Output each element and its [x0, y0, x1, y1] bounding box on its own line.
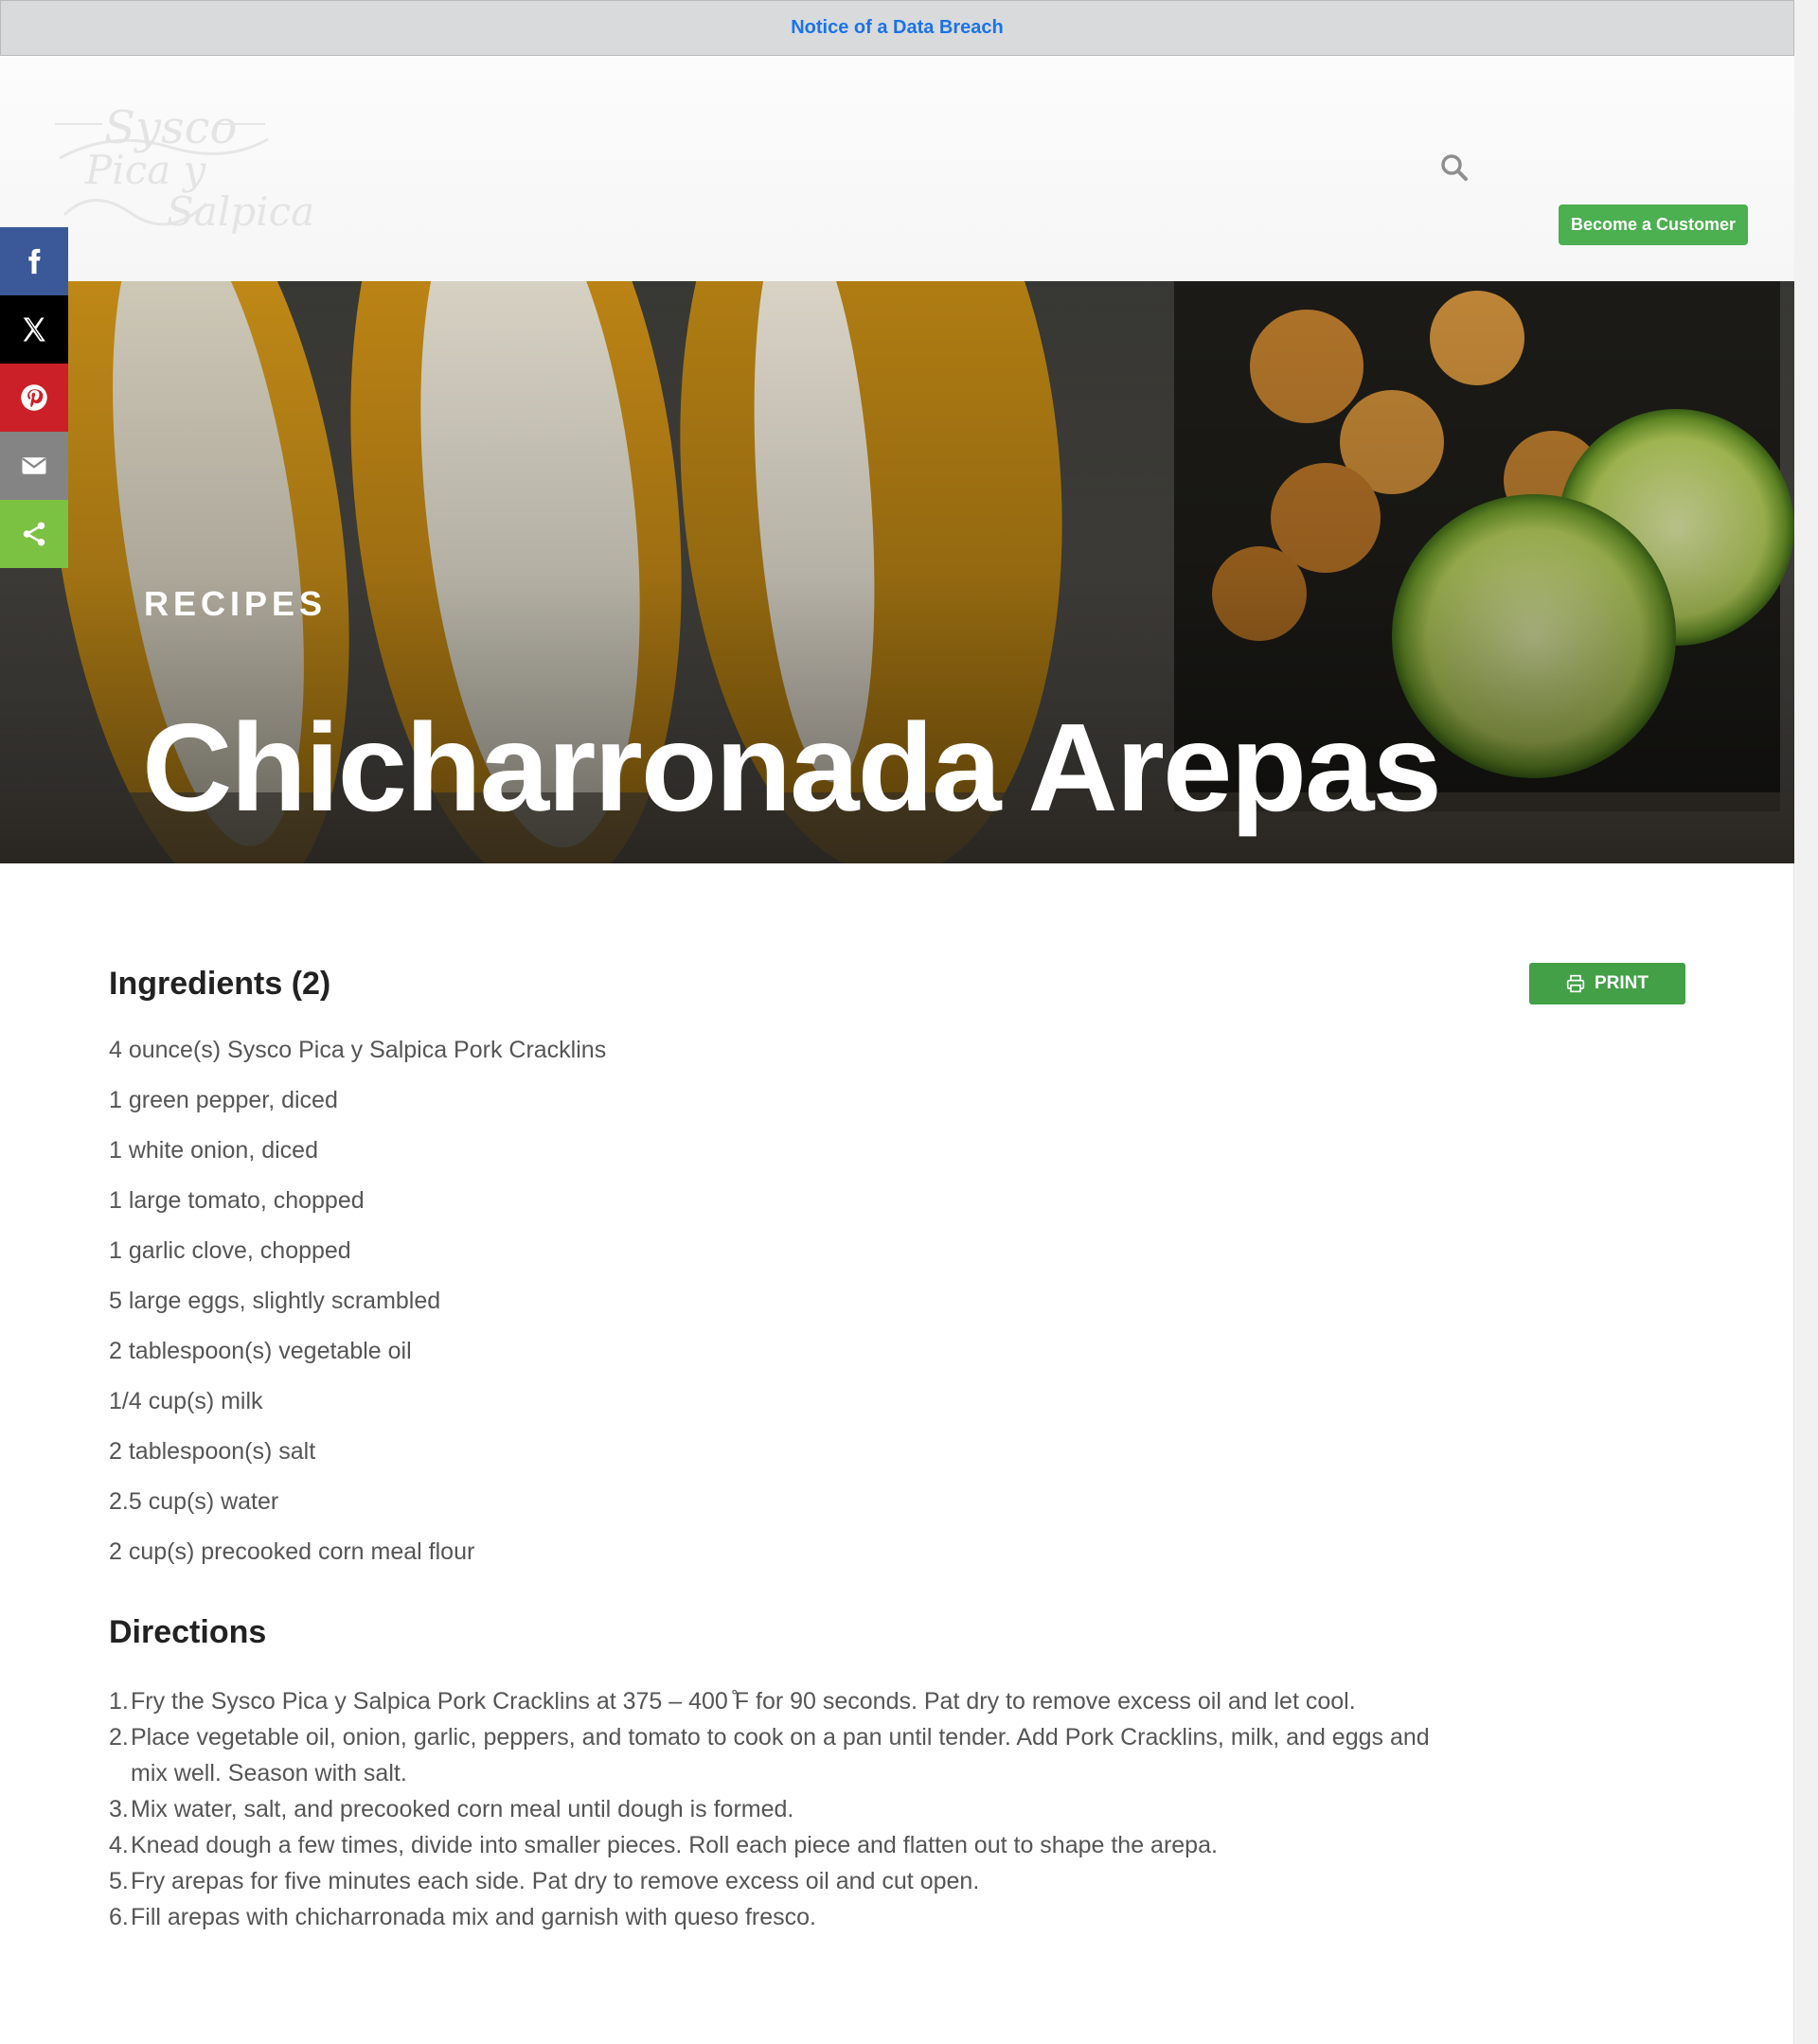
data-breach-notice-link[interactable]: Notice of a Data Breach: [791, 17, 1004, 39]
print-button[interactable]: PRINT: [1529, 963, 1685, 1004]
ingredient-item: 4 ounce(s) Sysco Pica y Salpica Pork Cra…: [109, 1037, 607, 1063]
ingredient-list: 4 ounce(s) Sysco Pica y Salpica Pork Cra…: [109, 1036, 606, 1588]
site-logo[interactable]: Sysco Pica y Salpica: [55, 101, 314, 243]
share-email-button[interactable]: [0, 432, 68, 500]
direction-step: 5. Fry arepas for five minutes each side.…: [109, 1863, 1435, 1899]
ingredient-item: 5 large eggs, slightly scrambled: [109, 1288, 441, 1314]
site-header: Sysco Pica y Salpica Become a Customer: [0, 56, 1794, 281]
ingredient-item: 1 green pepper, diced: [109, 1087, 338, 1113]
ingredient-item: 2 tablespoon(s) vegetable oil: [109, 1338, 412, 1364]
share-icon: [23, 522, 45, 546]
ingredient-item: 1 large tomato, chopped: [109, 1187, 365, 1214]
ingredients-heading: Ingredients (2): [109, 966, 331, 1002]
ingredient-item: 1/4 cup(s) milk: [109, 1388, 263, 1414]
direction-step: 4. Knead dough a few times, divide into s…: [109, 1827, 1435, 1863]
direction-step: 6. Fill arepas with chicharronada mix and…: [109, 1899, 1435, 1935]
direction-step: 3. Mix water, salt, and precooked corn me…: [109, 1791, 1435, 1827]
x-icon: [23, 317, 45, 342]
ingredient-item: 2.5 cup(s) water: [109, 1488, 279, 1515]
facebook-icon: [28, 248, 41, 275]
search-button[interactable]: [1439, 152, 1470, 183]
recipe-title: Chicharronada Arepas: [142, 698, 1442, 838]
notice-bar: Notice of a Data Breach: [0, 0, 1794, 56]
direction-step-text: Mix water, salt, and precooked corn meal…: [131, 1796, 794, 1822]
hero-category-label: RECIPES: [144, 584, 328, 623]
direction-step-text: Place vegetable oil, onion, garlic, pepp…: [131, 1724, 1430, 1786]
social-share-bar: [0, 227, 68, 568]
page-scrollbar[interactable]: [1793, 0, 1818, 2044]
hero-banner: RECIPES Chicharronada Arepas: [0, 281, 1794, 863]
pinterest-icon: [21, 384, 47, 411]
email-icon: [22, 457, 46, 474]
direction-step-text: Fry the Sysco Pica y Salpica Pork Crackl…: [131, 1688, 1356, 1715]
share-x-button[interactable]: [0, 295, 68, 364]
logo-text-salpica: Salpica: [167, 188, 315, 235]
print-button-label: PRINT: [1595, 973, 1649, 993]
directions-heading: Directions: [109, 1614, 267, 1650]
become-customer-button[interactable]: Become a Customer: [1559, 204, 1748, 245]
direction-step-text: Fry arepas for five minutes each side. P…: [131, 1868, 980, 1894]
share-more-button[interactable]: [0, 500, 68, 568]
direction-step-text: Fill arepas with chicharronada mix and g…: [131, 1904, 816, 1930]
ingredient-item: 1 garlic clove, chopped: [109, 1237, 351, 1264]
direction-step-text: Knead dough a few times, divide into sma…: [131, 1832, 1218, 1858]
ingredient-item: 2 cup(s) precooked corn meal flour: [109, 1538, 475, 1565]
direction-step: 1. Fry the Sysco Pica y Salpica Pork Crac…: [109, 1683, 1435, 1719]
logo-text-pica: Pica y: [85, 147, 206, 193]
direction-list: 1. Fry the Sysco Pica y Salpica Pork Crac…: [109, 1683, 1435, 1935]
search-icon: [1441, 154, 1468, 181]
share-facebook-button[interactable]: [0, 227, 68, 295]
share-pinterest-button[interactable]: [0, 364, 68, 432]
ingredient-item: 2 tablespoon(s) salt: [109, 1438, 316, 1465]
printer-icon: [1566, 974, 1585, 993]
ingredient-item: 1 white onion, diced: [109, 1137, 318, 1164]
direction-step: 2. Place vegetable oil, onion, garlic, pe…: [109, 1719, 1435, 1791]
